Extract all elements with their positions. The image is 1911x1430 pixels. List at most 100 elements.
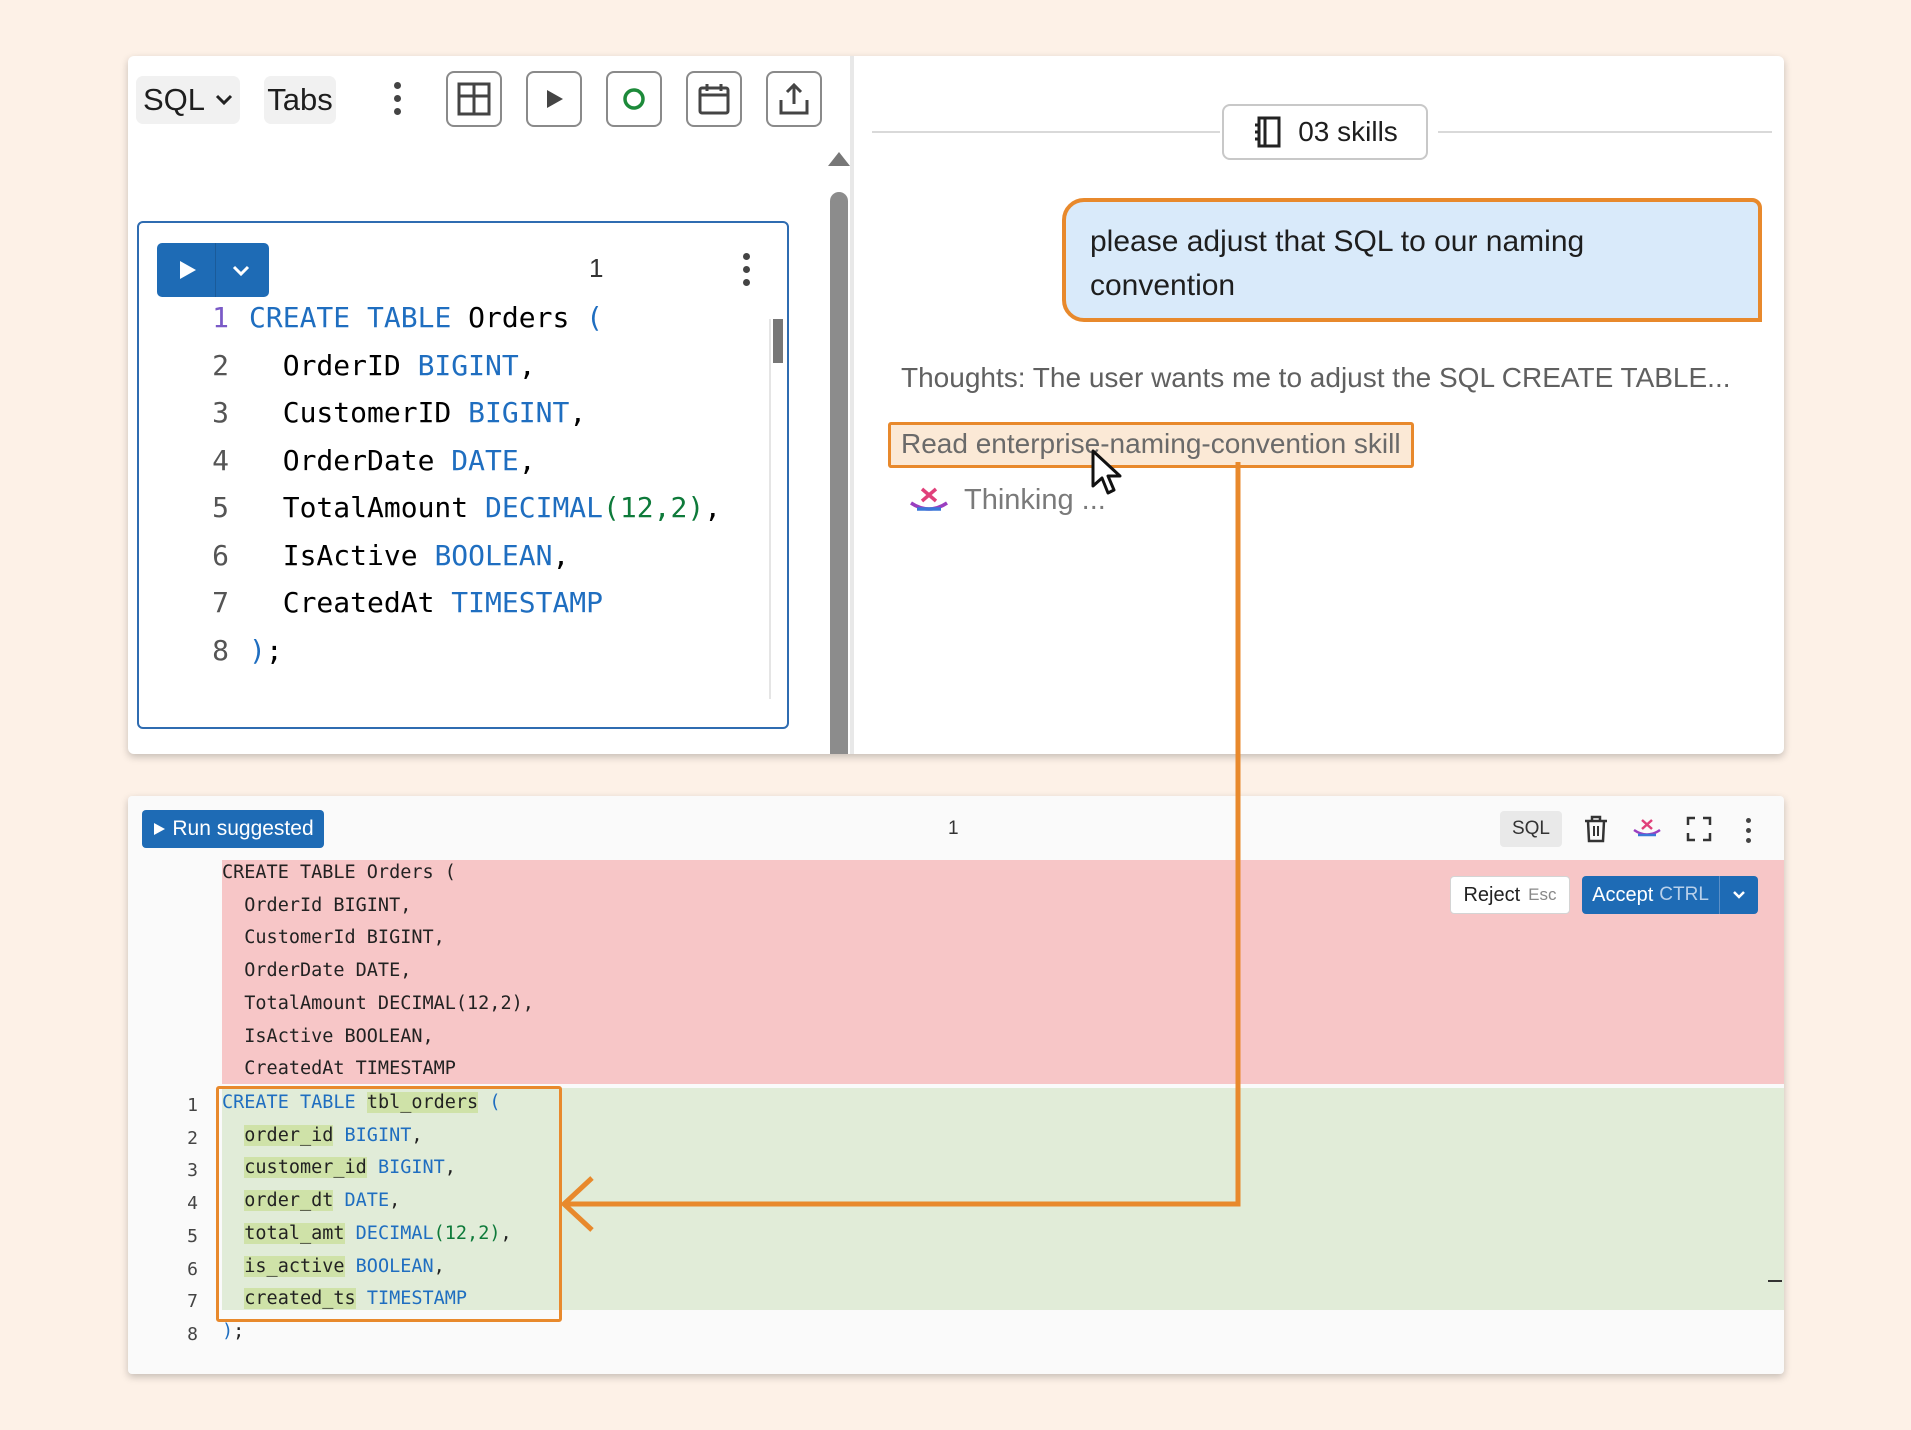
code-token: TIMESTAMP: [451, 586, 604, 619]
accept-label: Accept: [1592, 883, 1654, 906]
code-token: BIGINT: [417, 348, 519, 382]
code-token: OrderID: [249, 348, 418, 382]
reject-label: Reject: [1463, 883, 1521, 906]
code-text: CREATE TABLE Orders (: [249, 301, 603, 334]
removed-line: OrderDate DATE,: [222, 960, 412, 982]
skill-read-link[interactable]: Read enterprise-naming-convention skill: [888, 422, 1414, 468]
tabs-button[interactable]: Tabs: [264, 76, 336, 124]
code-token: BOOLEAN: [434, 538, 553, 572]
line-number: 4: [187, 1193, 198, 1215]
expand-button[interactable]: [1684, 814, 1714, 844]
code-text: TotalAmount DECIMAL(12,2),: [249, 491, 721, 524]
cell-run-button[interactable]: [157, 243, 269, 297]
code-token: TABLE: [367, 301, 452, 334]
highlight-frame: [216, 1086, 562, 1322]
cell-scroll-thumb[interactable]: [773, 319, 783, 363]
code-token: ;: [233, 1320, 245, 1342]
panel-divider[interactable]: [850, 56, 854, 754]
editor-scrollbar[interactable]: [818, 146, 850, 754]
calendar-icon: [698, 84, 730, 115]
skills-button[interactable]: 03 skills: [1222, 104, 1428, 160]
line-number: 8: [187, 1323, 198, 1345]
code-token: ,: [518, 348, 536, 382]
line-number: 1: [187, 1095, 198, 1116]
removed-line: IsActive BOOLEAN,: [222, 1025, 434, 1047]
play-icon: [547, 90, 563, 108]
divider: [872, 131, 1220, 133]
cell-index: 1: [948, 818, 959, 839]
line-number: 3: [187, 1160, 198, 1182]
code-token: ,: [704, 491, 722, 524]
code-token: DECIMAL: [485, 491, 604, 524]
reject-button[interactable]: Reject Esc: [1450, 876, 1570, 914]
code-token: ): [249, 633, 266, 667]
reject-shortcut: Esc: [1528, 885, 1557, 904]
scroll-marker: [1768, 1280, 1782, 1282]
code-text: CreatedAt TIMESTAMP: [249, 586, 603, 619]
removed-line: TotalAmount DECIMAL(12,2),: [222, 992, 534, 1014]
code-token: OrderDate: [249, 443, 452, 477]
removed-line: CREATE TABLE Orders (: [222, 862, 456, 883]
delete-button[interactable]: [1581, 814, 1611, 844]
scroll-thumb[interactable]: [830, 192, 848, 754]
code-token: ): [222, 1320, 234, 1342]
expand-icon: [1686, 816, 1712, 842]
trash-icon: [1585, 815, 1607, 843]
accept-button[interactable]: Accept CTRL: [1582, 876, 1758, 914]
code-token: ,: [552, 538, 570, 572]
chevron-down-icon[interactable]: [231, 264, 251, 277]
layout-icon: [457, 82, 491, 116]
chevron-down-icon: [215, 94, 233, 106]
assistant-icon: [910, 487, 948, 511]
code-token: TotalAmount: [249, 491, 486, 524]
code-token: ;: [265, 633, 283, 667]
language-chip[interactable]: SQL: [1500, 811, 1562, 847]
code-cell: 1 1 CREATE TABLE Orders (2 OrderID BIGINT…: [137, 221, 789, 729]
user-message: please adjust that SQL to our naming con…: [1062, 198, 1762, 322]
line-number: 6: [187, 1258, 198, 1280]
line-number: 5: [187, 1225, 198, 1247]
line-number: 7: [187, 1291, 198, 1313]
added-line[interactable]: );: [222, 1321, 244, 1354]
code-token: ,: [569, 396, 587, 429]
thinking-indicator: Thinking ...: [908, 484, 1106, 517]
line-number: 1: [212, 301, 229, 334]
notebook-icon: [1255, 116, 1281, 148]
code-token: DATE: [451, 443, 519, 477]
run-all-button[interactable]: [526, 71, 582, 127]
more-options-icon[interactable]: [394, 82, 401, 115]
language-dropdown[interactable]: SQL: [136, 76, 240, 124]
more-options-icon[interactable]: [1746, 818, 1751, 843]
removed-line: CustomerId BIGINT,: [222, 927, 445, 949]
cell-menu-icon[interactable]: [743, 253, 750, 286]
line-number: 4: [212, 443, 229, 477]
thinking-label: Thinking ...: [964, 484, 1106, 516]
removed-line: OrderId BIGINT,: [222, 894, 412, 916]
line-number: 5: [212, 491, 229, 524]
divider: [1438, 131, 1772, 133]
run-suggested-label: Run suggested: [172, 817, 314, 840]
code-token: BIGINT: [468, 396, 570, 429]
code-text: );: [249, 634, 283, 667]
code-token: CustomerID: [249, 396, 469, 429]
line-number: 8: [212, 633, 229, 667]
line-number: 2: [212, 348, 229, 382]
code-text: CustomerID BIGINT,: [249, 396, 586, 429]
run-suggested-button[interactable]: Run suggested: [142, 810, 324, 848]
accept-options-button[interactable]: [1719, 876, 1758, 914]
line-number: 2: [187, 1127, 198, 1149]
scroll-up-icon[interactable]: [828, 152, 850, 166]
play-icon: [154, 823, 166, 835]
status-button[interactable]: [606, 71, 662, 127]
share-button[interactable]: [766, 71, 822, 127]
code-token: (: [586, 301, 604, 334]
notebook-panel: SQL Tabs 1 1 CREATE TABLE Orders (2 Ord…: [128, 56, 1784, 754]
code-token: CreatedAt: [249, 586, 452, 619]
assistant-button[interactable]: [1632, 814, 1662, 844]
code-text: OrderID BIGINT,: [249, 349, 536, 382]
accept-shortcut: CTRL: [1659, 884, 1709, 905]
layout-button[interactable]: [446, 71, 502, 127]
schedule-button[interactable]: [686, 71, 742, 127]
assistant-thoughts: Thoughts: The user wants me to adjust th…: [901, 362, 1731, 393]
